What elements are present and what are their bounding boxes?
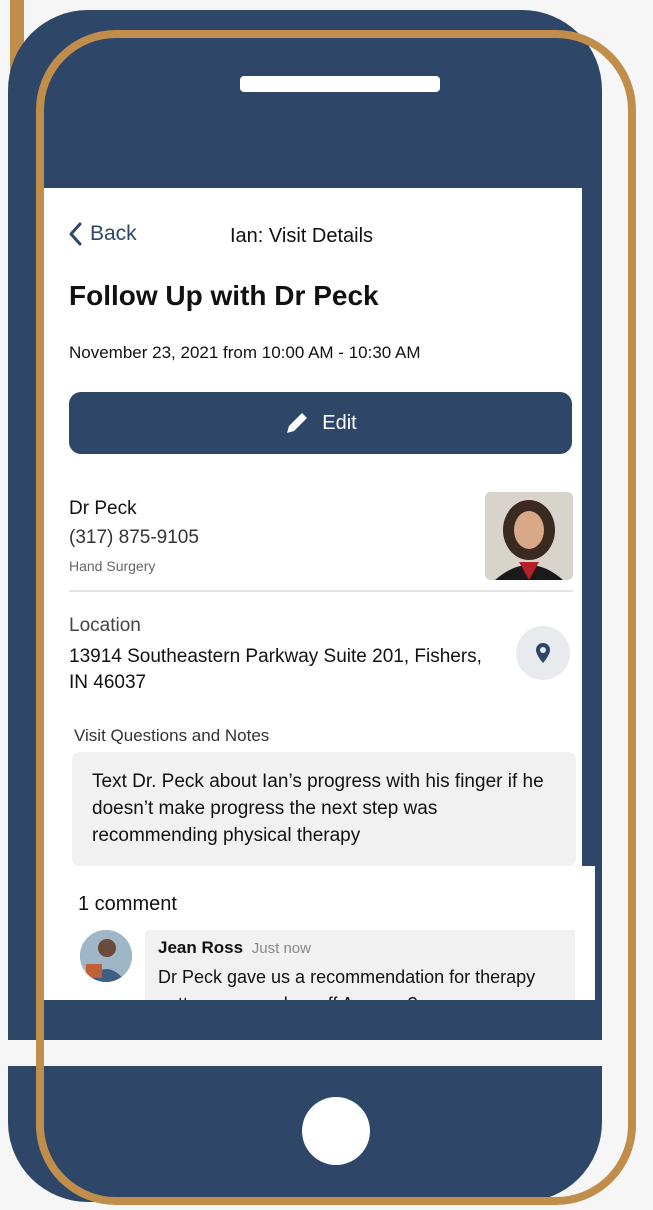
phone-gold-outline <box>36 30 636 1205</box>
